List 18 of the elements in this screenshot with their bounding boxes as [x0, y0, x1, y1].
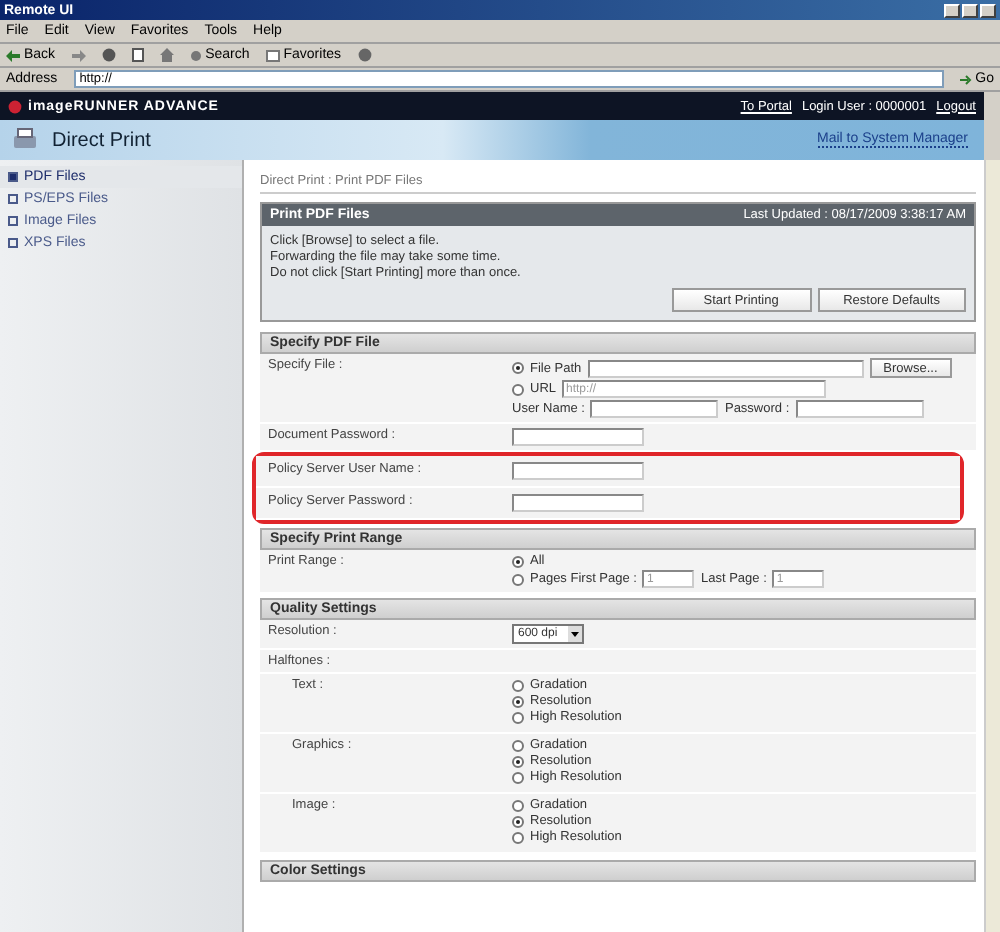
- user-name-field[interactable]: [590, 400, 719, 418]
- user-name-field[interactable]: [512, 462, 644, 480]
- printer-icon: [12, 128, 38, 152]
- file-path-field[interactable]: [587, 359, 864, 377]
- arrow-icon: [959, 73, 972, 85]
- back-arrow-icon: [6, 49, 20, 61]
- scrollbar[interactable]: [984, 160, 1000, 932]
- dropdown-arrow-icon: [568, 626, 582, 642]
- password-field[interactable]: [512, 494, 644, 512]
- minimize-button[interactable]: [944, 3, 960, 17]
- password-field[interactable]: [512, 428, 644, 446]
- logo-icon: [8, 99, 22, 113]
- home-icon[interactable]: [159, 48, 174, 62]
- page-title: Direct Print: [52, 129, 151, 151]
- forward-icon[interactable]: [71, 49, 86, 61]
- password-field[interactable]: [795, 400, 924, 418]
- close-button[interactable]: [980, 3, 996, 17]
- maximize-button[interactable]: [962, 3, 978, 17]
